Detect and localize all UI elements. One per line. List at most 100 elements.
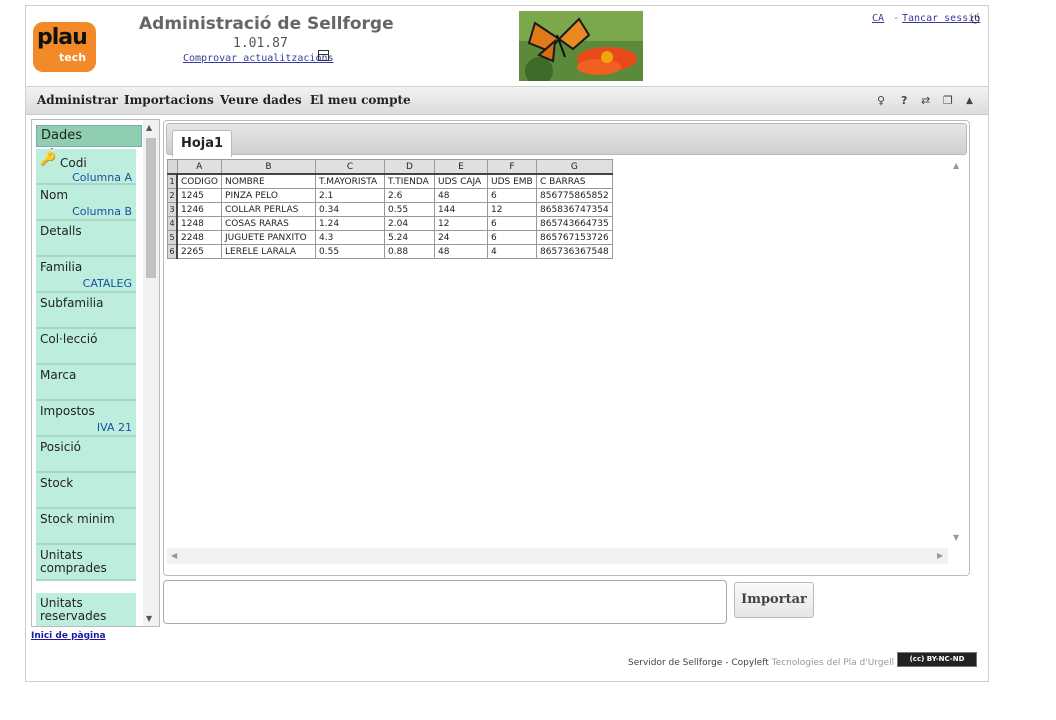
power-icon[interactable]: ⏻ bbox=[971, 13, 980, 27]
table-cell[interactable]: 144 bbox=[434, 202, 489, 217]
table-cell[interactable]: 2248 bbox=[176, 230, 223, 245]
column-header[interactable]: B bbox=[221, 159, 317, 175]
column-header[interactable]: D bbox=[384, 159, 436, 175]
sidebar-item-impostos[interactable]: Impostos IVA 21 bbox=[36, 401, 136, 437]
table-cell[interactable]: 12 bbox=[434, 216, 489, 231]
scroll-thumb[interactable] bbox=[146, 138, 156, 278]
table-cell[interactable]: 865836747354 bbox=[536, 202, 613, 217]
sidebar-item-stock[interactable]: Stock bbox=[36, 473, 136, 509]
tab-hoja1[interactable]: Hoja1 bbox=[172, 130, 232, 157]
scroll-down-icon[interactable]: ▼ bbox=[146, 614, 152, 623]
grid-horizontal-scrollbar[interactable]: ◀ ▶ bbox=[167, 548, 948, 564]
table-cell[interactable]: 1248 bbox=[176, 216, 223, 231]
table-cell[interactable]: 48 bbox=[434, 188, 489, 203]
table-cell[interactable]: 5.24 bbox=[384, 230, 436, 245]
menu-administrar[interactable]: Administrar bbox=[37, 93, 118, 107]
table-cell[interactable]: CODIGO bbox=[176, 173, 223, 189]
table-cell[interactable]: T.MAYORISTA bbox=[315, 173, 386, 189]
plautech-logo[interactable]: plau tech bbox=[33, 22, 96, 72]
sidebar-item-codi[interactable]: 🔑 Codi Columna A bbox=[36, 149, 136, 185]
table-cell[interactable]: 865743664735 bbox=[536, 216, 613, 231]
table-cell[interactable]: 1246 bbox=[176, 202, 223, 217]
table-cell[interactable]: 856775865852 bbox=[536, 188, 613, 203]
swap-icon[interactable]: ⇄ bbox=[921, 94, 930, 107]
table-cell[interactable]: 4 bbox=[487, 244, 538, 259]
sidebar-item-stock-minim[interactable]: Stock minim bbox=[36, 509, 136, 545]
column-header-row: A B C D E F G bbox=[167, 159, 613, 175]
collapse-up-icon[interactable]: ▲ bbox=[966, 96, 973, 106]
scroll-left-icon[interactable]: ◀ bbox=[171, 551, 177, 560]
menu-importacions[interactable]: Importacions bbox=[124, 93, 214, 107]
spreadsheet-grid[interactable]: A B C D E F G 1 CODIGO NOMBRE T.MAYORIST… bbox=[167, 159, 948, 546]
sidebar-item-colleccio[interactable]: Col·lecció bbox=[36, 329, 136, 365]
sidebar-item-unitats-comprades[interactable]: Unitats comprades bbox=[36, 545, 136, 581]
language-link[interactable]: CA bbox=[872, 13, 884, 24]
row-number: 1 bbox=[167, 173, 178, 189]
help-icon[interactable]: ? bbox=[901, 94, 907, 107]
table-cell[interactable]: PINZA PELO bbox=[221, 188, 317, 203]
table-cell[interactable]: 6 bbox=[487, 216, 538, 231]
column-header[interactable]: G bbox=[536, 159, 613, 175]
footer-company-link[interactable]: Tecnologies del Pla d'Urgell S.L. bbox=[772, 658, 914, 668]
table-cell[interactable]: 6 bbox=[487, 230, 538, 245]
table-cell[interactable]: 0.88 bbox=[384, 244, 436, 259]
column-header[interactable]: A bbox=[176, 159, 223, 175]
table-cell[interactable]: 12 bbox=[487, 202, 538, 217]
sidebar-item-nom[interactable]: Nom Columna B bbox=[36, 185, 136, 221]
column-header[interactable]: C bbox=[315, 159, 386, 175]
sidebar-header[interactable]: Dades bàsiques bbox=[36, 125, 142, 163]
sidebar-item-subfamilia[interactable]: Subfamilia bbox=[36, 293, 136, 329]
table-cell[interactable]: COLLAR PERLAS bbox=[221, 202, 317, 217]
column-header[interactable]: E bbox=[434, 159, 489, 175]
lightbulb-icon[interactable]: ♀ bbox=[877, 94, 885, 107]
sidebar-scrollbar[interactable]: ▲ ▼ bbox=[143, 120, 159, 626]
logo-subtext: tech bbox=[59, 51, 87, 64]
scroll-up-icon[interactable]: ▲ bbox=[146, 123, 152, 132]
column-header[interactable]: F bbox=[487, 159, 538, 175]
import-button[interactable]: Importar bbox=[734, 582, 814, 618]
main-menu-bar: Administrar Importacions Veure dades El … bbox=[26, 86, 988, 115]
sidebar-item-marca[interactable]: Marca bbox=[36, 365, 136, 401]
back-to-top-link[interactable]: Inici de pàgina bbox=[31, 631, 106, 641]
table-cell[interactable]: C BARRAS bbox=[536, 173, 613, 189]
table-cell[interactable]: 2.04 bbox=[384, 216, 436, 231]
table-cell[interactable]: UDS EMB bbox=[487, 173, 538, 189]
license-text: BY-NC-ND bbox=[926, 655, 965, 663]
sidebar-item-posicio[interactable]: Posició bbox=[36, 437, 136, 473]
logout-link[interactable]: Tancar sessió bbox=[902, 13, 980, 24]
check-updates-link[interactable]: Comprovar actualitzacions bbox=[183, 53, 334, 64]
scroll-right-icon[interactable]: ▶ bbox=[937, 551, 943, 560]
table-cell[interactable]: 2265 bbox=[176, 244, 223, 259]
table-cell[interactable]: UDS CAJA bbox=[434, 173, 489, 189]
table-cell[interactable]: JUGUETE PANXITO bbox=[221, 230, 317, 245]
menu-veure-dades[interactable]: Veure dades bbox=[220, 93, 302, 107]
table-cell[interactable]: 0.34 bbox=[315, 202, 386, 217]
table-cell[interactable]: 865736367548 bbox=[536, 244, 613, 259]
sidebar-item-unitats-reservades[interactable]: Unitats reservades bbox=[36, 593, 136, 626]
table-cell[interactable]: 2.6 bbox=[384, 188, 436, 203]
scroll-down-icon[interactable]: ▼ bbox=[953, 533, 959, 542]
grid-vertical-scrollbar[interactable]: ▲ ▼ bbox=[949, 159, 965, 564]
sidebar-item-familia[interactable]: Familia CATALEG bbox=[36, 257, 136, 293]
cc-license-badge[interactable]: (cc) BY-NC-ND bbox=[897, 652, 977, 667]
table-cell[interactable]: 0.55 bbox=[315, 244, 386, 259]
table-cell[interactable]: T.TIENDA bbox=[384, 173, 436, 189]
table-cell[interactable]: 1245 bbox=[176, 188, 223, 203]
table-cell[interactable]: NOMBRE bbox=[221, 173, 317, 189]
table-cell[interactable]: COSAS RARAS bbox=[221, 216, 317, 231]
menu-el-meu-compte[interactable]: El meu compte bbox=[310, 93, 411, 107]
scroll-up-icon[interactable]: ▲ bbox=[953, 161, 959, 170]
file-drop-area[interactable] bbox=[163, 580, 727, 624]
gift-icon[interactable] bbox=[318, 50, 329, 61]
table-cell[interactable]: 24 bbox=[434, 230, 489, 245]
table-cell[interactable]: 4.3 bbox=[315, 230, 386, 245]
table-cell[interactable]: 0.55 bbox=[384, 202, 436, 217]
table-cell[interactable]: 1.24 bbox=[315, 216, 386, 231]
table-cell[interactable]: 6 bbox=[487, 188, 538, 203]
table-cell[interactable]: 2.1 bbox=[315, 188, 386, 203]
table-cell[interactable]: LERELE LARALA bbox=[221, 244, 317, 259]
table-cell[interactable]: 48 bbox=[434, 244, 489, 259]
table-cell[interactable]: 865767153726 bbox=[536, 230, 613, 245]
sidebar-item-detalls[interactable]: Detalls bbox=[36, 221, 136, 257]
window-icon[interactable]: ❐ bbox=[943, 94, 953, 107]
